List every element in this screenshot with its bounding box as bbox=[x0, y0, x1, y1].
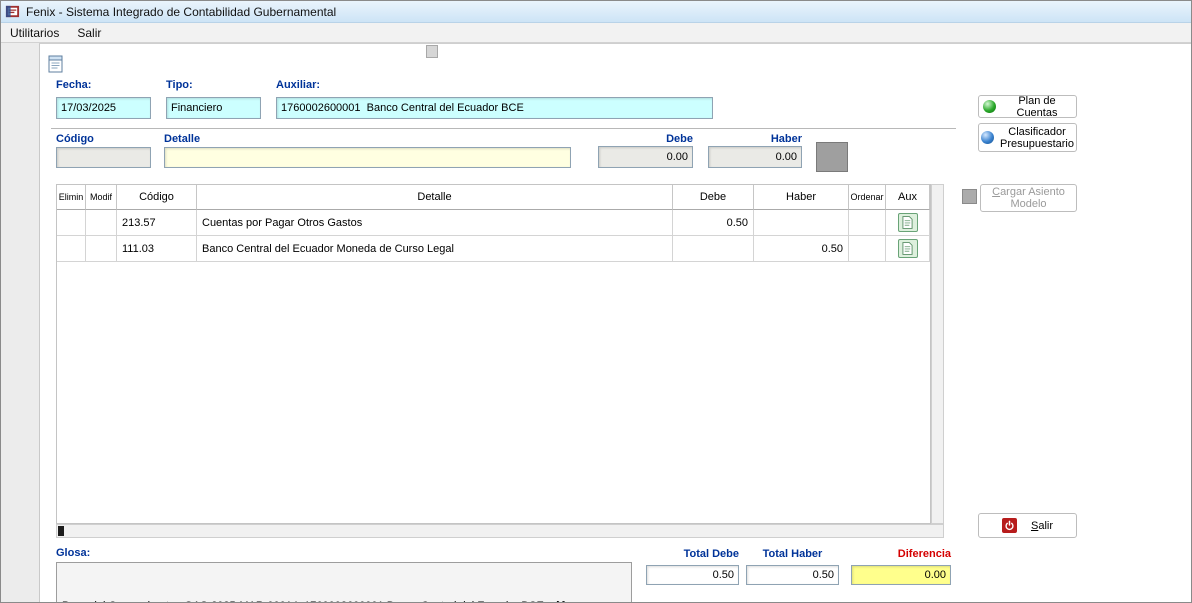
table-row[interactable]: 213.57 Cuentas por Pagar Otros Gastos 0.… bbox=[57, 210, 930, 236]
app-icon bbox=[5, 4, 20, 19]
total-haber-input[interactable] bbox=[746, 565, 839, 585]
cell-aux bbox=[886, 236, 930, 262]
glosa-label: Glosa: bbox=[56, 547, 90, 559]
cell-elimin[interactable] bbox=[57, 236, 86, 262]
menubar: Utilitarios Salir bbox=[1, 23, 1191, 43]
cargar-asiento-modelo-button[interactable]: Cargar Asiento Modelo bbox=[980, 184, 1077, 212]
detalle-input[interactable] bbox=[164, 147, 571, 168]
salir-label: Salir bbox=[1031, 520, 1053, 532]
table-vertical-scrollbar[interactable] bbox=[931, 184, 944, 524]
debe-label: Debe bbox=[598, 133, 693, 145]
cell-haber bbox=[754, 210, 849, 236]
header-aux: Aux bbox=[886, 185, 930, 210]
total-haber-label: Total Haber bbox=[746, 548, 839, 560]
diferencia-input[interactable] bbox=[851, 565, 951, 585]
haber-label: Haber bbox=[708, 133, 802, 145]
header-detalle: Detalle bbox=[197, 185, 673, 210]
glosa-line-1: Pago del Comprobante : GAS-2025-MAR-0001… bbox=[62, 598, 626, 603]
document-toolbar-icon[interactable] bbox=[46, 54, 66, 74]
detalle-label: Detalle bbox=[164, 133, 200, 145]
header-codigo: Código bbox=[117, 185, 197, 210]
document-icon bbox=[902, 216, 913, 229]
codigo-input[interactable] bbox=[56, 147, 151, 168]
header-elimin: Elimin bbox=[57, 185, 86, 210]
clasificador-label: Clasificador Presupuestario bbox=[1000, 126, 1074, 150]
menu-item-utilitarios[interactable]: Utilitarios bbox=[1, 24, 68, 42]
cell-modif[interactable] bbox=[86, 236, 117, 262]
scrollbar-thumb[interactable] bbox=[426, 45, 438, 58]
cell-debe: 0.50 bbox=[673, 210, 754, 236]
gray-square-button[interactable] bbox=[816, 142, 848, 172]
codigo-label: Código bbox=[56, 133, 94, 145]
cell-codigo: 213.57 bbox=[117, 210, 197, 236]
total-debe-input[interactable] bbox=[646, 565, 739, 585]
debe-input[interactable] bbox=[598, 146, 693, 168]
clasificador-presupuestario-button[interactable]: Clasificador Presupuestario bbox=[978, 123, 1077, 152]
cell-modif[interactable] bbox=[86, 210, 117, 236]
document-icon bbox=[902, 242, 913, 255]
header-ordenar: Ordenar bbox=[849, 185, 886, 210]
salir-button[interactable]: Salir bbox=[978, 513, 1077, 538]
app-window: Fenix - Sistema Integrado de Contabilida… bbox=[0, 0, 1192, 603]
window-title: Fenix - Sistema Integrado de Contabilida… bbox=[26, 5, 336, 19]
cargar-asiento-label: Cargar Asiento Modelo bbox=[992, 186, 1065, 210]
aux-document-button[interactable] bbox=[898, 213, 918, 232]
cell-ordenar[interactable] bbox=[849, 236, 886, 262]
total-debe-label: Total Debe bbox=[641, 548, 739, 560]
table-row[interactable]: 111.03 Banco Central del Ecuador Moneda … bbox=[57, 236, 930, 262]
plan-de-cuentas-label: Plan de Cuentas bbox=[1002, 95, 1072, 119]
auxiliar-input[interactable] bbox=[276, 97, 713, 119]
header-modif: Modif bbox=[86, 185, 117, 210]
green-sphere-icon bbox=[983, 100, 996, 113]
table-horizontal-scrollbar[interactable] bbox=[56, 524, 944, 538]
cell-codigo: 111.03 bbox=[117, 236, 197, 262]
blue-sphere-icon bbox=[981, 131, 994, 144]
cell-detalle: Cuentas por Pagar Otros Gastos bbox=[197, 210, 673, 236]
plan-de-cuentas-button[interactable]: Plan de Cuentas bbox=[978, 95, 1077, 118]
tipo-input[interactable] bbox=[166, 97, 261, 119]
cell-haber: 0.50 bbox=[754, 236, 849, 262]
table-header: Elimin Modif Código Detalle Debe Haber O… bbox=[57, 185, 930, 210]
haber-input[interactable] bbox=[708, 146, 802, 168]
cargar-asiento-indicator[interactable] bbox=[962, 189, 977, 204]
fecha-input[interactable] bbox=[56, 97, 151, 119]
header-debe: Debe bbox=[673, 185, 754, 210]
horizontal-scrollbar-thumb[interactable] bbox=[58, 526, 64, 536]
power-icon bbox=[1002, 518, 1017, 533]
auxiliar-label: Auxiliar: bbox=[276, 79, 320, 91]
separator-line bbox=[51, 128, 956, 129]
glosa-textbox[interactable]: Pago del Comprobante : GAS-2025-MAR-0001… bbox=[56, 562, 632, 603]
menu-item-salir[interactable]: Salir bbox=[68, 24, 110, 42]
cell-elimin[interactable] bbox=[57, 210, 86, 236]
titlebar[interactable]: Fenix - Sistema Integrado de Contabilida… bbox=[1, 1, 1191, 23]
cell-debe bbox=[673, 236, 754, 262]
cell-detalle: Banco Central del Ecuador Moneda de Curs… bbox=[197, 236, 673, 262]
cell-ordenar[interactable] bbox=[849, 210, 886, 236]
aux-document-button[interactable] bbox=[898, 239, 918, 258]
diferencia-label: Diferencia bbox=[853, 548, 951, 560]
cell-aux bbox=[886, 210, 930, 236]
header-haber: Haber bbox=[754, 185, 849, 210]
fecha-label: Fecha: bbox=[56, 79, 91, 91]
entries-table: Elimin Modif Código Detalle Debe Haber O… bbox=[56, 184, 931, 524]
tipo-label: Tipo: bbox=[166, 79, 193, 91]
